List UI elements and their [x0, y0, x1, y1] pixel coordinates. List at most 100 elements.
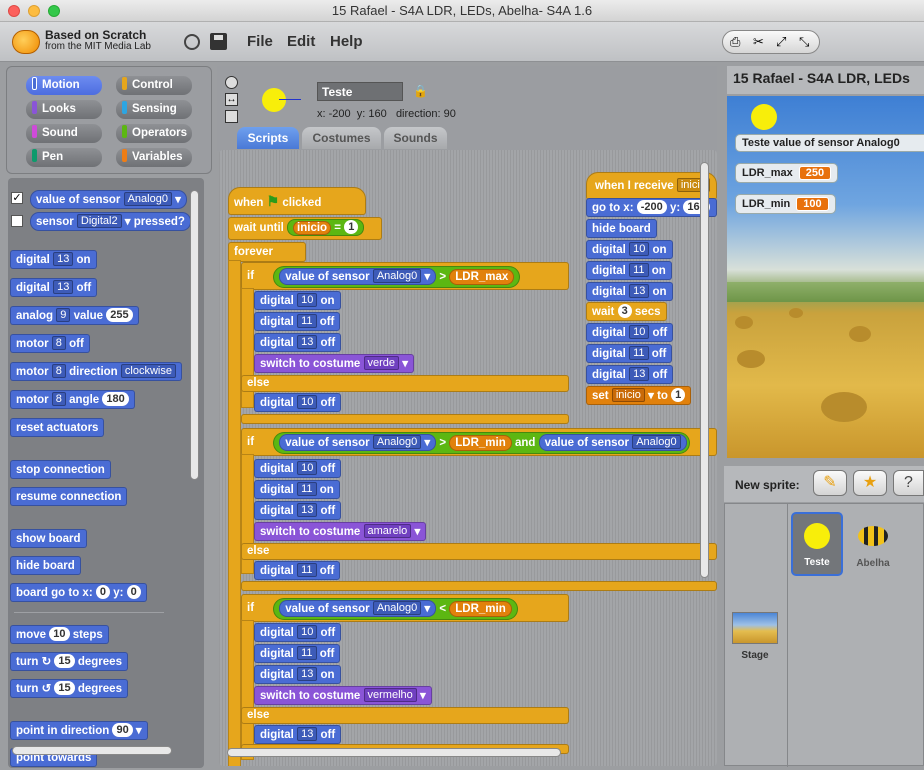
wait-secs-block[interactable]: wait 3 secs [586, 302, 667, 321]
category-sound[interactable]: Sound [26, 124, 102, 143]
category-variables[interactable]: Variables [116, 148, 192, 167]
operators-color-icon [122, 125, 127, 138]
scripts-vertical-scrollbar[interactable] [700, 162, 709, 578]
sprite-name-input[interactable]: Teste [317, 82, 403, 101]
digital-13-off-else3[interactable]: digital 13 off [254, 725, 342, 744]
digital-11-on-2[interactable]: digital 11 on [254, 480, 340, 499]
sensor-value-checkbox[interactable]: ✓ [11, 192, 23, 204]
stamp-icon[interactable]: ⎙ [730, 34, 740, 50]
globe-icon[interactable] [184, 34, 200, 50]
window-title: 15 Rafael - S4A LDR, LEDs, Abelha- S4A 1… [331, 3, 593, 18]
category-motion[interactable]: Motion [26, 76, 102, 95]
tab-scripts[interactable]: Scripts [237, 127, 299, 149]
palette-motor-angle[interactable]: motor 8 angle 180 [10, 390, 135, 409]
palette-sensor-pressed[interactable]: sensor Digital2 ▾ pressed? [30, 212, 191, 231]
palette-digital-on[interactable]: digital 13 on [10, 250, 97, 269]
close-window-button[interactable] [8, 5, 20, 17]
choose-sprite-file-icon[interactable]: ★ [853, 470, 887, 496]
sensor-pressed-checkbox[interactable] [11, 215, 23, 227]
palette-reset-actuators[interactable]: reset actuators [10, 418, 105, 437]
palette-point-in-direction[interactable]: point in direction 90 ▾ [10, 721, 148, 740]
category-sensing[interactable]: Sensing [116, 100, 192, 119]
hide-board-block[interactable]: hide board [586, 219, 657, 238]
if-ldr-max-block[interactable]: if value of sensor Analog0 ▾ > LDR_max [241, 262, 569, 290]
cut-icon[interactable]: ✂ [753, 34, 764, 50]
palette-motor-direction[interactable]: motor 8 direction clockwise [10, 362, 182, 381]
lock-icon[interactable]: 🔒 [413, 84, 428, 98]
digital-10-off-else1[interactable]: digital 10 off [254, 393, 342, 412]
r-digital-11-on[interactable]: digital 11 on [586, 261, 672, 280]
sprite-tile-teste[interactable]: Teste [791, 512, 843, 576]
shrink-icon[interactable]: ⤡ [799, 34, 809, 50]
if-ldr-min-lt-block[interactable]: if value of sensor Analog0 ▾ < LDR_min [241, 594, 569, 622]
switch-costume-amarelo[interactable]: switch to costume amarelo ▾ [254, 522, 427, 541]
palette-turn-left[interactable]: turn ↺ 15 degrees [10, 679, 128, 698]
minimize-window-button[interactable] [28, 5, 40, 17]
watcher-ldr-min[interactable]: LDR_min 100 [735, 194, 836, 214]
r-digital-10-off[interactable]: digital 10 off [586, 323, 674, 342]
sprites-pane: Stage Teste Abelha [724, 503, 924, 767]
palette-board-go-to[interactable]: board go to x: 0 y: 0 [10, 583, 147, 602]
forever-block[interactable]: forever [228, 242, 306, 262]
watcher-ldr-max[interactable]: LDR_max 250 [735, 163, 839, 183]
menu-edit[interactable]: Edit [287, 33, 315, 50]
zoom-window-button[interactable] [48, 5, 60, 17]
category-operators[interactable]: Operators [116, 124, 192, 143]
teste-sprite[interactable] [751, 104, 777, 130]
stage-tree-line [727, 282, 924, 302]
watcher-sensor[interactable]: Teste value of sensor Analog0 [735, 134, 924, 152]
category-pen[interactable]: Pen [26, 148, 102, 167]
stage-thumbnail[interactable]: Stage [729, 612, 781, 664]
if-ldr-min-and-block[interactable]: if value of sensor Analog0 ▾ > LDR_min a… [241, 428, 717, 456]
wait-until-block[interactable]: wait until inicio = 1 [228, 217, 382, 240]
palette-show-board[interactable]: show board [10, 529, 87, 548]
palette-move-steps[interactable]: move 10 steps [10, 625, 109, 644]
digital-11-off-else2[interactable]: digital 11 off [254, 561, 341, 580]
digital-13-on-3[interactable]: digital 13 on [254, 665, 341, 684]
sprite-tile-abelha[interactable]: Abelha [847, 514, 899, 576]
palette-analog-value[interactable]: analog 9 value 255 [10, 306, 139, 325]
grow-icon[interactable]: ⤢ [776, 34, 786, 50]
digital-11-off[interactable]: digital 11 off [254, 312, 341, 331]
rotate-style-icon[interactable] [225, 76, 238, 89]
palette-horizontal-scrollbar[interactable] [12, 746, 172, 755]
digital-11-off-3[interactable]: digital 11 off [254, 644, 341, 663]
palette-resume-connection[interactable]: resume connection [10, 487, 128, 506]
menu-file[interactable]: File [247, 33, 273, 50]
tab-sounds[interactable]: Sounds [384, 127, 447, 149]
switch-costume-verde[interactable]: switch to costume verde ▾ [254, 354, 415, 373]
save-disk-icon[interactable] [210, 33, 227, 50]
surprise-sprite-icon[interactable]: ? [893, 470, 924, 496]
palette-hide-board[interactable]: hide board [10, 556, 81, 575]
set-variable-block[interactable]: set inicio ▾ to 1 [586, 386, 692, 405]
tab-costumes[interactable]: Costumes [302, 127, 381, 149]
stage[interactable]: Teste value of sensor Analog0 LDR_max 250… [727, 96, 924, 458]
r-digital-10-on[interactable]: digital 10 on [586, 240, 673, 259]
go-to-xy-block[interactable]: go to x: -200 y: 160 [586, 198, 717, 217]
when-flag-clicked-hat[interactable]: when ⚑ clicked [228, 187, 366, 215]
r-digital-11-off[interactable]: digital 11 off [586, 344, 673, 363]
palette-digital-off[interactable]: digital 13 off [10, 278, 98, 297]
when-i-receive-hat[interactable]: when I receive inicio [586, 172, 717, 200]
category-looks[interactable]: Looks [26, 100, 102, 119]
scripts-horizontal-scrollbar[interactable] [227, 748, 561, 757]
palette-turn-right[interactable]: turn ↻ 15 degrees [10, 652, 128, 671]
flip-style-icon[interactable]: ↔ [225, 93, 238, 106]
category-control[interactable]: Control [116, 76, 192, 95]
r-digital-13-off[interactable]: digital 13 off [586, 365, 674, 384]
logo-line2: from the MIT Media Lab [45, 41, 151, 52]
no-rotate-icon[interactable] [225, 110, 238, 123]
digital-10-off-2[interactable]: digital 10 off [254, 459, 342, 478]
paint-new-sprite-icon[interactable]: ✎ [813, 470, 847, 496]
digital-10-off-3[interactable]: digital 10 off [254, 623, 342, 642]
palette-value-of-sensor[interactable]: value of sensor Analog0 ▾ [30, 190, 187, 209]
switch-costume-vermelho[interactable]: switch to costume vermelho ▾ [254, 686, 432, 705]
r-digital-13-on[interactable]: digital 13 on [586, 282, 673, 301]
palette-vertical-scrollbar[interactable] [190, 190, 199, 480]
digital-10-on[interactable]: digital 10 on [254, 291, 341, 310]
menu-help[interactable]: Help [330, 33, 363, 50]
digital-13-off-2[interactable]: digital 13 off [254, 501, 342, 520]
palette-motor-off[interactable]: motor 8 off [10, 334, 90, 353]
palette-stop-connection[interactable]: stop connection [10, 460, 111, 479]
digital-13-off[interactable]: digital 13 off [254, 333, 342, 352]
